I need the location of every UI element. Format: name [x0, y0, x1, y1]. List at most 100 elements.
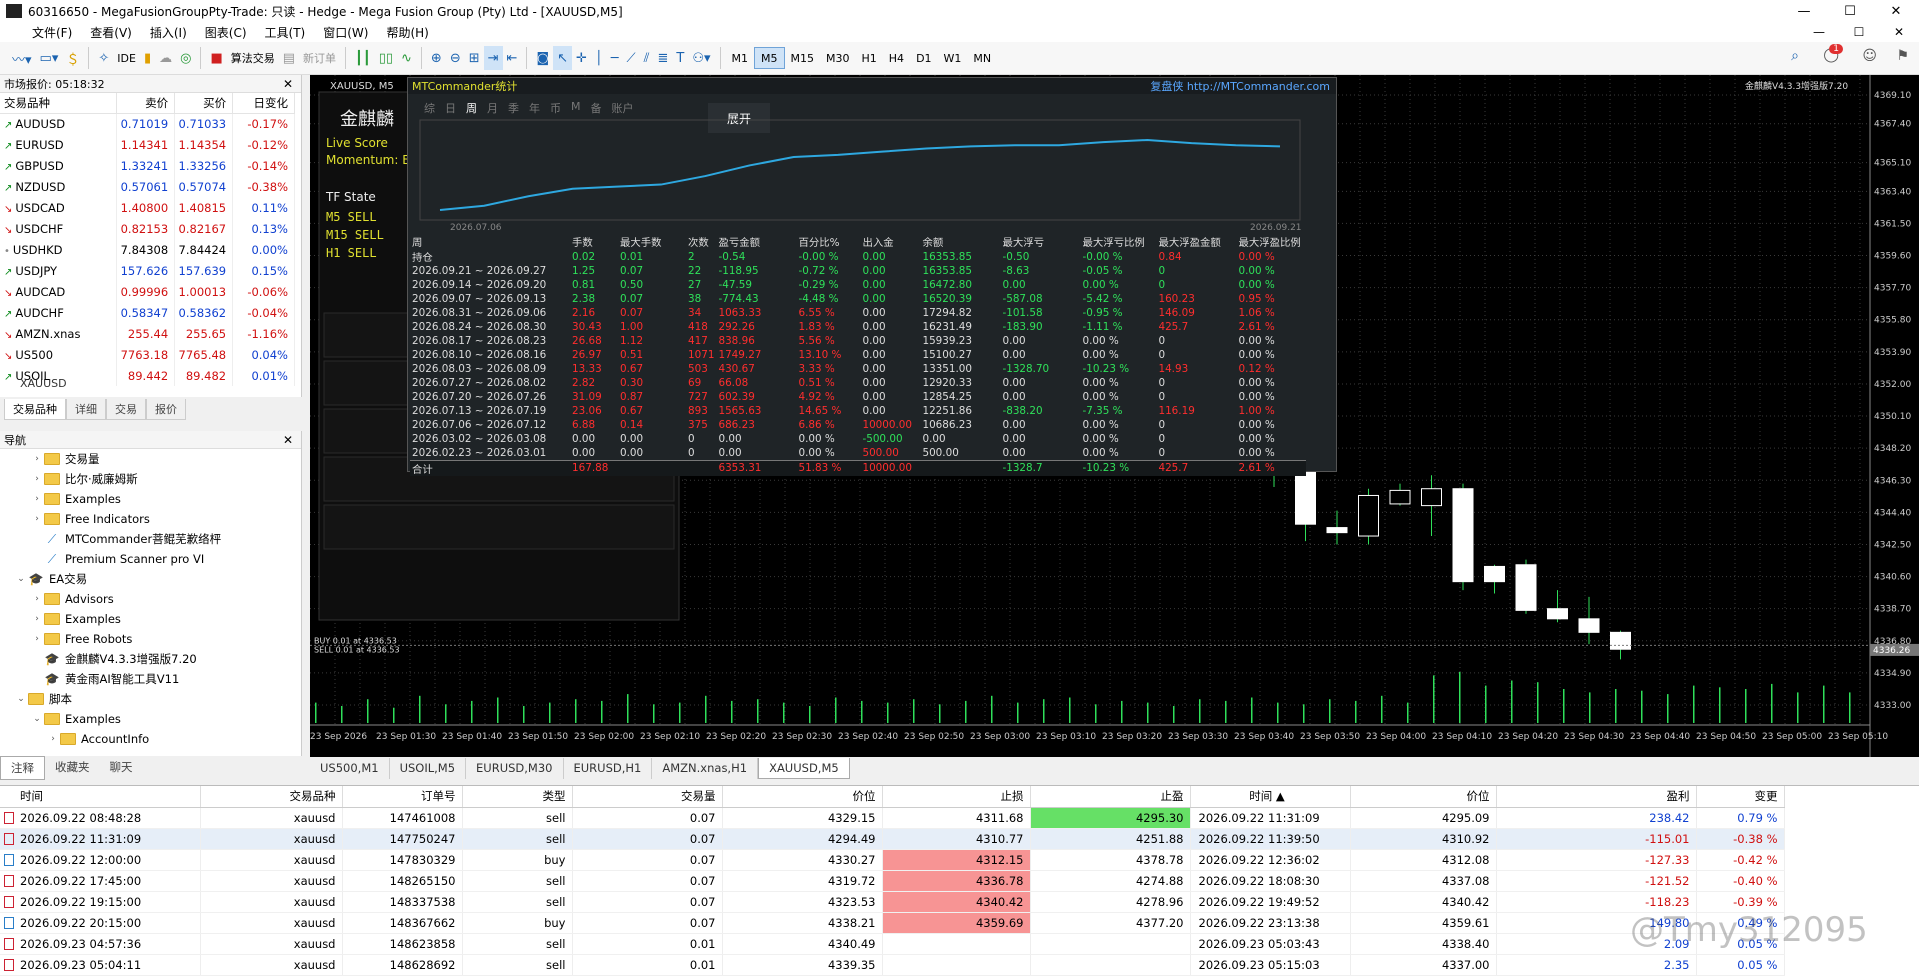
navigator-item[interactable]: › Free Robots: [0, 629, 301, 649]
history-col-header[interactable]: 止损: [882, 786, 1031, 808]
timeframe-m5[interactable]: M5: [754, 47, 785, 69]
history-col-header[interactable]: 价位: [1350, 786, 1497, 808]
chevron-down-icon[interactable]: ⌄: [14, 694, 28, 704]
chevron-down-icon[interactable]: ⌄: [30, 714, 44, 724]
market-watch-row[interactable]: ↘ USDCHF 0.82153 0.82167 0.13%: [0, 218, 295, 239]
shapes-icon[interactable]: ⚇▾: [688, 46, 714, 70]
new-order-button[interactable]: 新订单: [299, 46, 340, 70]
chevron-right-icon[interactable]: ›: [30, 634, 44, 644]
chart-tab-usoil-m5[interactable]: USOIL,M5: [390, 758, 467, 779]
navigator-item[interactable]: › Free Indicators: [0, 509, 301, 529]
text-tool-icon[interactable]: T: [672, 46, 688, 70]
col-ask[interactable]: 买价: [174, 93, 234, 114]
history-col-header[interactable]: 时间 ▲: [1190, 786, 1351, 808]
stats-row[interactable]: 2026.03.02 ~ 2026.03.08 0.00 0.00 0 0.00 0.00…: [410, 432, 1306, 446]
menu-charts[interactable]: 图表(C): [196, 24, 256, 41]
chart-tab-eurusd-m30[interactable]: EURUSD,M30: [466, 758, 564, 779]
dollar-icon[interactable]: ＄: [62, 46, 83, 70]
account-icon[interactable]: ☺: [1862, 48, 1877, 64]
timeframe-m30[interactable]: M30: [820, 47, 856, 69]
vertical-line-icon[interactable]: │: [591, 46, 607, 70]
bar-chart-icon[interactable]: ┃┃: [351, 46, 375, 70]
line-chart-icon[interactable]: ∿: [397, 46, 416, 70]
stats-row[interactable]: 2026.07.27 ~ 2026.08.02 2.82 0.30 69 66.08 0.…: [410, 376, 1306, 390]
timeframe-m15[interactable]: M15: [785, 47, 821, 69]
stats-row[interactable]: 2026.08.03 ~ 2026.08.09 13.33 0.67 503 430.6…: [410, 362, 1306, 376]
stats-row[interactable]: 2026.08.31 ~ 2026.09.06 2.16 0.07 34 1063.33…: [410, 306, 1306, 320]
minimize-button[interactable]: —: [1781, 0, 1827, 22]
history-col-header[interactable]: 交易品种: [200, 786, 343, 808]
history-row[interactable]: 2026.09.22 19:15:00 xauusd 148337538 sell 0.…: [0, 891, 1785, 913]
algo-trading-button[interactable]: 算法交易: [227, 46, 279, 70]
menu-file[interactable]: 文件(F): [0, 24, 81, 41]
child-close-button[interactable]: ✕: [1879, 22, 1919, 42]
tab-favorites[interactable]: 收藏夹: [45, 756, 100, 780]
cloud-icon[interactable]: ☁: [155, 46, 176, 70]
chart-type-icon[interactable]: 〰▾: [8, 46, 36, 70]
menu-tools[interactable]: 工具(T): [256, 24, 315, 41]
stats-row[interactable]: 合计 167.88 6353.31 51.83 % 10000.00 -1328.7 -10…: [410, 460, 1307, 476]
chart-tab-amzn-h1[interactable]: AMZN.xnas,H1: [652, 758, 759, 779]
stats-row[interactable]: 2026.07.13 ~ 2026.07.19 23.06 0.67 893 1565.…: [410, 404, 1306, 418]
navigator-item[interactable]: › Examples: [0, 609, 301, 629]
market-watch-row[interactable]: ↗ AUDUSD 0.71019 0.71033 -0.17%: [0, 113, 295, 134]
chevron-right-icon[interactable]: ›: [30, 594, 44, 604]
chevron-right-icon[interactable]: ›: [30, 454, 44, 464]
history-col-header[interactable]: 价位: [722, 786, 883, 808]
navigator-item[interactable]: 🎓 黄金雨AI智能工具V11: [0, 669, 301, 689]
close-icon[interactable]: ✕: [283, 77, 293, 91]
market-watch-partial-row[interactable]: XAUUSD: [0, 377, 67, 387]
navigator-item[interactable]: › AccountInfo: [0, 729, 301, 749]
tab-common[interactable]: 注释: [0, 756, 45, 780]
market-watch-row[interactable]: ↘ US500 7763.18 7765.48 0.04%: [0, 344, 295, 365]
history-col-header[interactable]: 止盈: [1030, 786, 1191, 808]
navigator-item[interactable]: ⟋ Premium Scanner pro VI: [0, 549, 301, 569]
history-row[interactable]: 2026.09.22 08:48:28 xauusd 147461008 sell 0.…: [0, 807, 1785, 829]
history-col-header[interactable]: 类型: [462, 786, 573, 808]
timeframe-m1[interactable]: M1: [726, 47, 755, 69]
trend-line-icon[interactable]: ⟋: [623, 46, 640, 70]
history-row[interactable]: 2026.09.22 11:31:09 xauusd 147750247 sell 0.…: [0, 828, 1785, 850]
menu-window[interactable]: 窗口(W): [314, 24, 377, 41]
tab-ticks[interactable]: 报价: [146, 399, 186, 420]
timeframe-mn[interactable]: MN: [967, 47, 997, 69]
zoom-in-icon[interactable]: ⊕: [427, 46, 446, 70]
stats-row[interactable]: 2026.09.21 ~ 2026.09.27 1.25 0.07 22 -118.95…: [410, 264, 1306, 278]
stats-row[interactable]: 2026.08.10 ~ 2026.08.16 26.97 0.51 1071 1749…: [410, 348, 1306, 362]
stats-row[interactable]: 2026.08.17 ~ 2026.08.23 26.68 1.12 417 838.9…: [410, 334, 1306, 348]
chevron-right-icon[interactable]: ›: [46, 734, 60, 744]
timeframe-w1[interactable]: W1: [938, 47, 968, 69]
child-minimize-button[interactable]: —: [1799, 22, 1839, 42]
stats-row[interactable]: 2026.07.06 ~ 2026.07.12 6.88 0.14 375 686.23…: [410, 418, 1306, 432]
tab-chat[interactable]: 聊天: [100, 756, 143, 780]
col-symbol[interactable]: 交易品种: [0, 93, 118, 114]
history-row[interactable]: 2026.09.22 20:15:00 xauusd 148367662 buy 0.0…: [0, 912, 1785, 934]
stats-row[interactable]: 2026.02.23 ~ 2026.03.01 0.00 0.00 0 0.00 0.00…: [410, 446, 1306, 460]
navigator-item[interactable]: ⌄ 脚本: [0, 689, 301, 709]
navigator-item[interactable]: ⌄ Examples: [0, 709, 301, 729]
history-row[interactable]: 2026.09.23 05:04:11 xauusd 148628692 sell 0.…: [0, 954, 1785, 976]
profiles-icon[interactable]: ▭▾: [36, 46, 63, 70]
history-row[interactable]: 2026.09.23 04:57:36 xauusd 148623858 sell 0.…: [0, 933, 1785, 955]
chevron-right-icon[interactable]: ›: [30, 474, 44, 484]
tab-details[interactable]: 详细: [66, 399, 106, 420]
history-row[interactable]: 2026.09.22 17:45:00 xauusd 148265150 sell 0.…: [0, 870, 1785, 892]
market-watch-row[interactable]: ↘ USDCAD 1.40800 1.40815 0.11%: [0, 197, 295, 218]
market-watch-row[interactable]: ↘ AUDCAD 0.99996 1.00013 -0.06%: [0, 281, 295, 302]
market-watch-row[interactable]: ↘ AMZN.xnas 255.44 255.65 -1.16%: [0, 323, 295, 344]
timeframe-h1[interactable]: H1: [856, 47, 883, 69]
navigator-item[interactable]: ⟋ MTCommander菩鲲芜歉络枰: [0, 529, 301, 549]
menu-help[interactable]: 帮助(H): [377, 24, 437, 41]
signals-icon[interactable]: ⚑: [1896, 48, 1909, 64]
menu-view[interactable]: 查看(V): [81, 24, 141, 41]
col-daily-change[interactable]: 日变化: [232, 93, 295, 114]
fibonacci-icon[interactable]: ≣: [653, 46, 672, 70]
child-restore-button[interactable]: ☐: [1839, 22, 1879, 42]
zoom-out-icon[interactable]: ⊖: [446, 46, 465, 70]
channel-icon[interactable]: ⫽: [640, 46, 654, 70]
tile-windows-icon[interactable]: ⊞: [465, 46, 484, 70]
search-icon[interactable]: ⌕: [1791, 48, 1799, 64]
navigator-item[interactable]: › Examples: [0, 489, 301, 509]
navigator-item[interactable]: 🎓 金麒麟V4.3.3增强版7.20: [0, 649, 301, 669]
chevron-down-icon[interactable]: ⌄: [14, 574, 28, 584]
